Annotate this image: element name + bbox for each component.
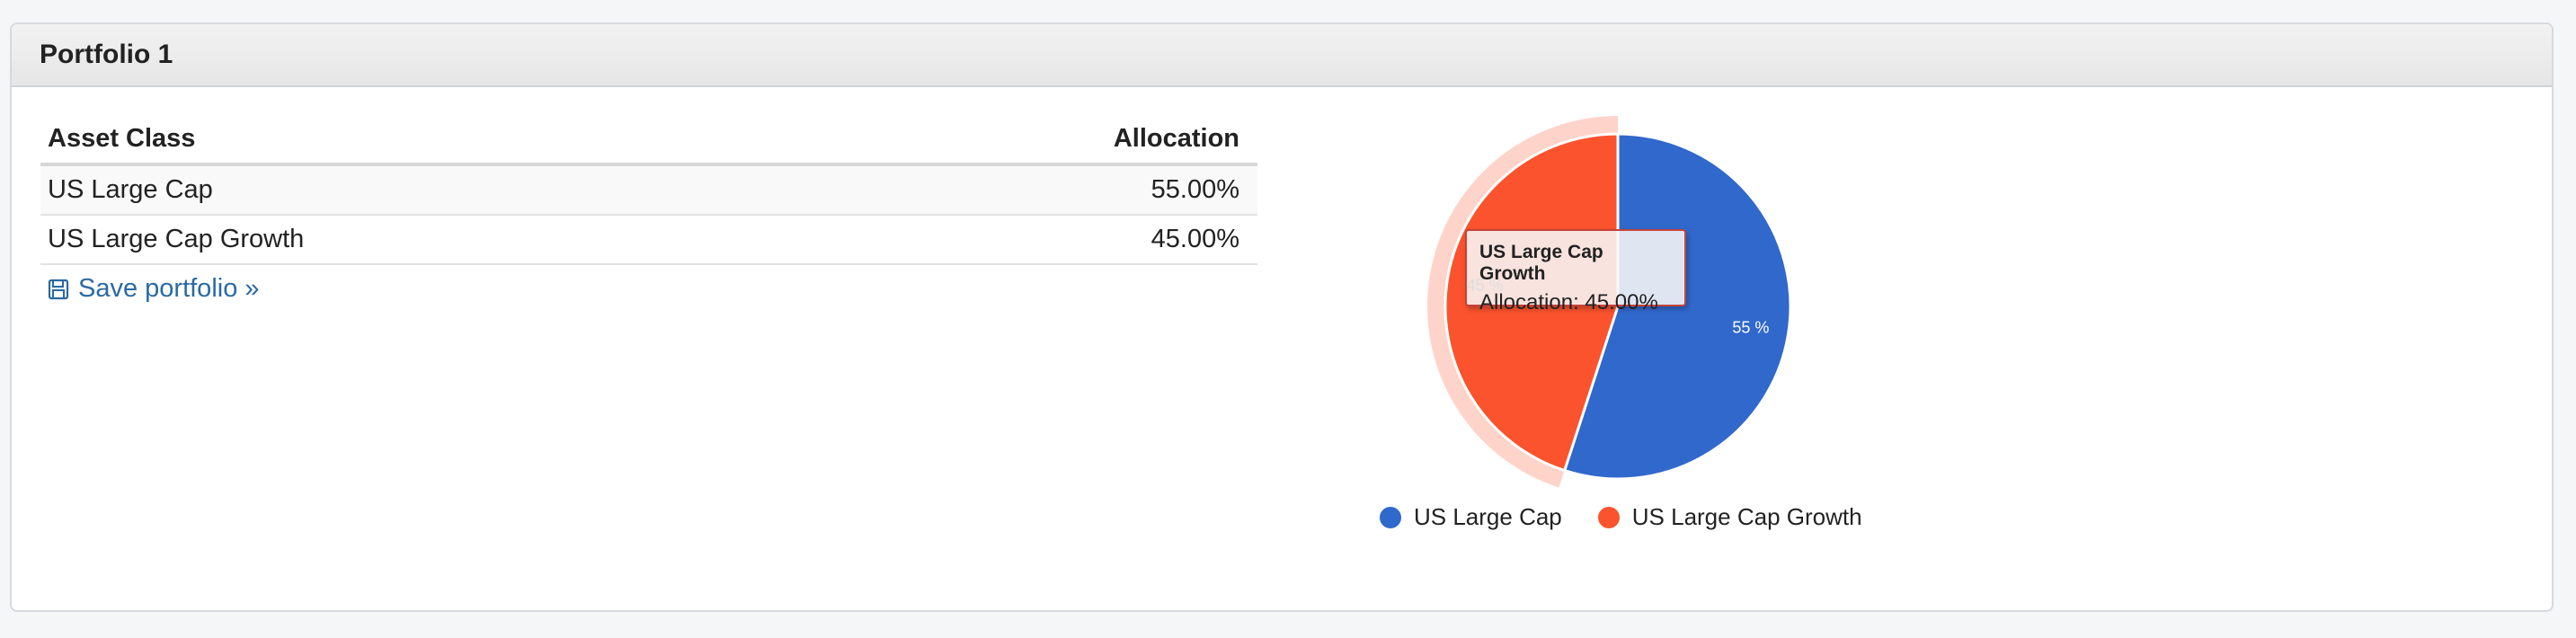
pie-data-label-us-large-cap: 55 %: [1732, 318, 1769, 336]
legend-marker: [1597, 506, 1620, 528]
legend-item-us-large-cap[interactable]: US Large Cap: [1380, 503, 1562, 531]
legend-label: US Large Cap Growth: [1631, 503, 1862, 530]
chart-tooltip: US Large Cap Growth Allocation: 45.00%: [1465, 229, 1686, 315]
legend-marker: [1380, 506, 1401, 528]
tooltip-title: US Large Cap Growth: [1479, 242, 1603, 284]
allocation-pie-chart: 55 %45 %: [1427, 116, 1792, 488]
chart-legend: US Large Cap US Large Cap Growth: [1380, 503, 1862, 531]
tooltip-body: Allocation: 45.00%: [1479, 290, 1658, 315]
legend-item-us-large-cap-growth[interactable]: US Large Cap Growth: [1597, 503, 1862, 531]
legend-label: US Large Cap: [1414, 503, 1562, 530]
